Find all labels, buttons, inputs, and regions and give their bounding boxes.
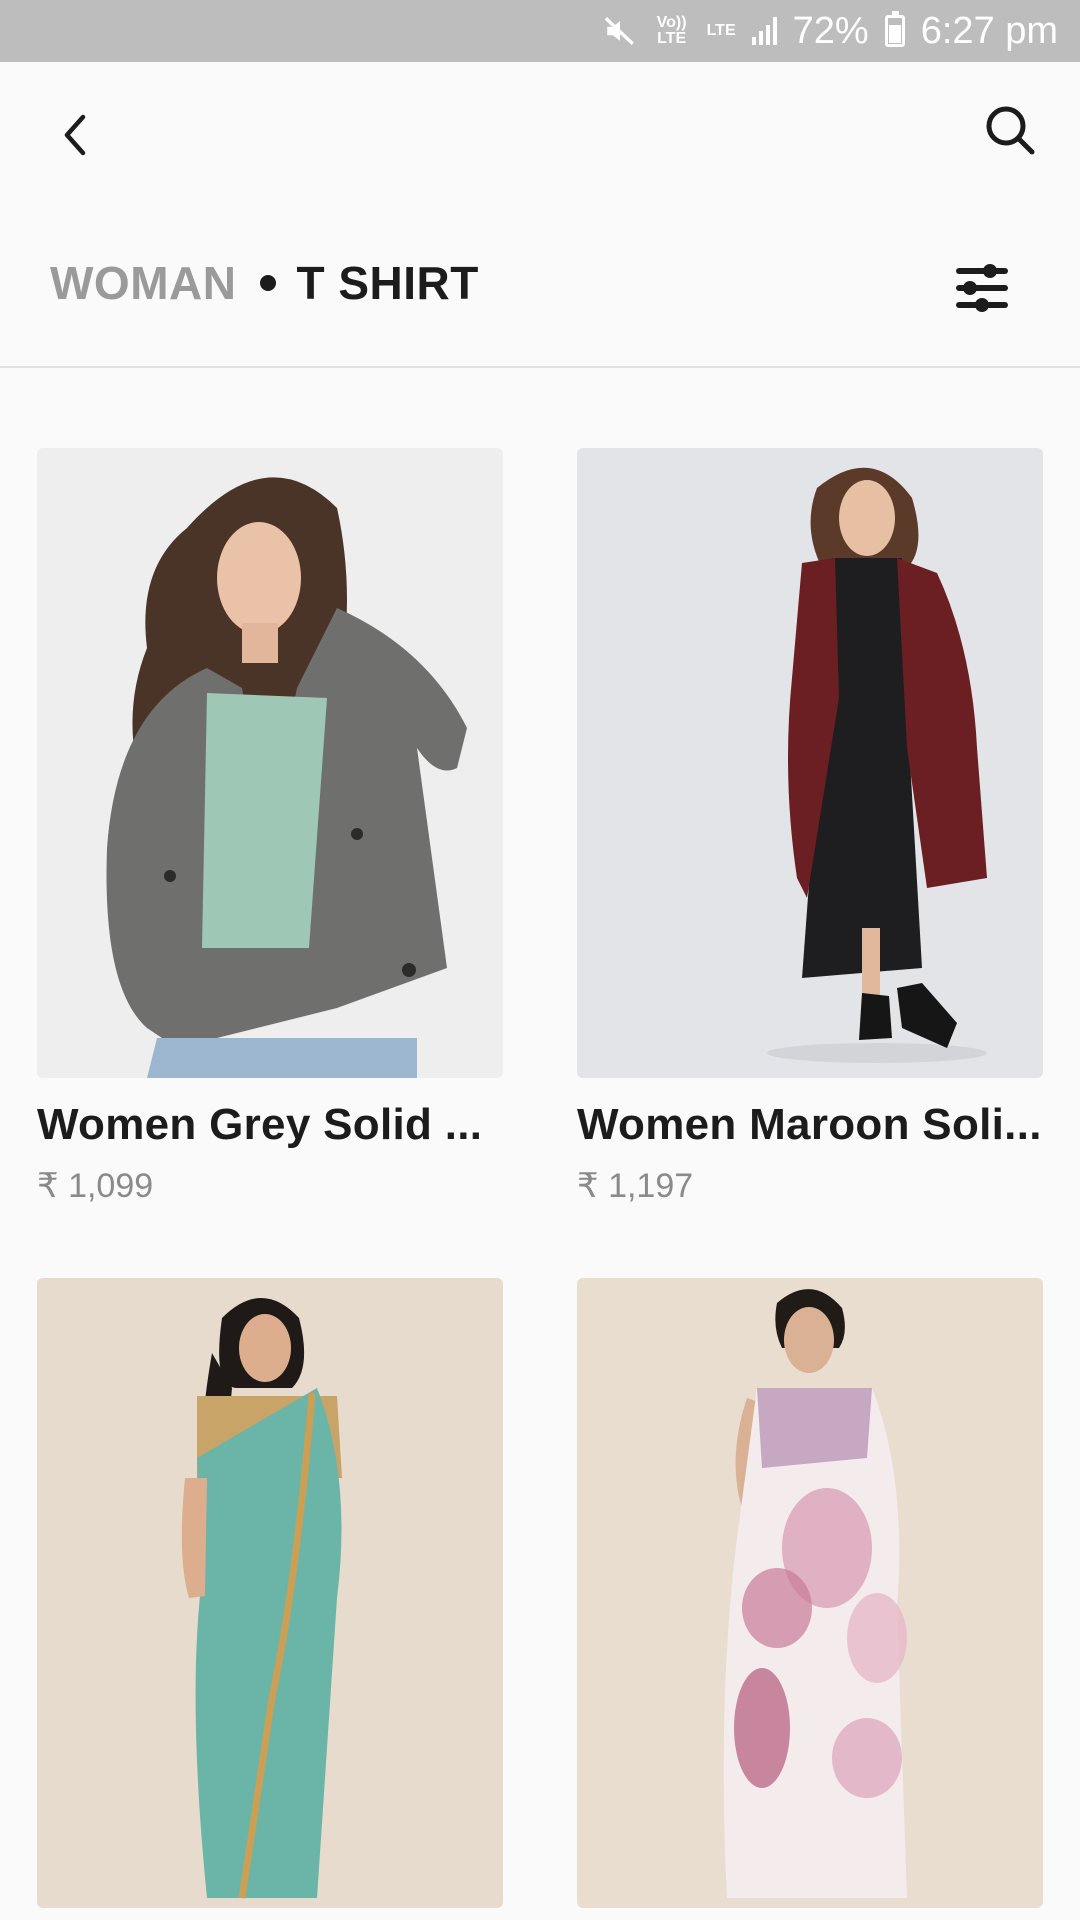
lte-indicator: LTE	[706, 22, 736, 39]
product-card[interactable]	[577, 1278, 1043, 1920]
battery-percent: 72%	[792, 9, 869, 52]
product-price: ₹ 1,197	[577, 1167, 694, 1205]
sliders-icon	[956, 264, 1008, 312]
product-image[interactable]	[577, 1278, 1043, 1908]
volte-indicator: Vo)) LTE	[656, 14, 687, 47]
product-card[interactable]	[37, 1278, 503, 1920]
breadcrumb-parent[interactable]: WOMAN	[50, 256, 236, 310]
breadcrumb-separator-dot	[260, 275, 277, 291]
back-button[interactable]	[50, 110, 100, 160]
search-icon	[986, 106, 1035, 155]
status-bar: Vo)) LTE LTE 72% 6:27 pm	[0, 0, 1080, 62]
product-image[interactable]	[37, 1278, 503, 1908]
product-image[interactable]	[37, 448, 503, 1078]
product-image[interactable]	[577, 448, 1043, 1078]
filter-button[interactable]	[954, 260, 1010, 316]
breadcrumb-current: T SHIRT	[296, 257, 479, 309]
product-grid: Women Grey Solid ... ₹ 1,099 Women Maroo…	[37, 448, 1043, 1920]
product-price: ₹ 1,099	[37, 1167, 154, 1205]
top-nav	[0, 62, 1080, 212]
search-button[interactable]	[980, 100, 1040, 160]
category-header: WOMAN T SHIRT	[0, 230, 1080, 368]
signal-icon	[751, 17, 777, 45]
breadcrumb: WOMAN T SHIRT	[50, 256, 479, 310]
status-time: 6:27 pm	[920, 9, 1058, 52]
product-name: Women Maroon Soli...	[577, 1100, 1042, 1149]
product-card[interactable]: Women Grey Solid ... ₹ 1,099	[37, 448, 503, 1206]
chevron-left-icon	[64, 114, 86, 156]
product-name: Women Grey Solid ...	[37, 1100, 483, 1149]
product-card[interactable]: Women Maroon Soli... ₹ 1,197	[577, 448, 1043, 1206]
mute-icon	[603, 14, 637, 48]
battery-icon	[884, 11, 905, 47]
